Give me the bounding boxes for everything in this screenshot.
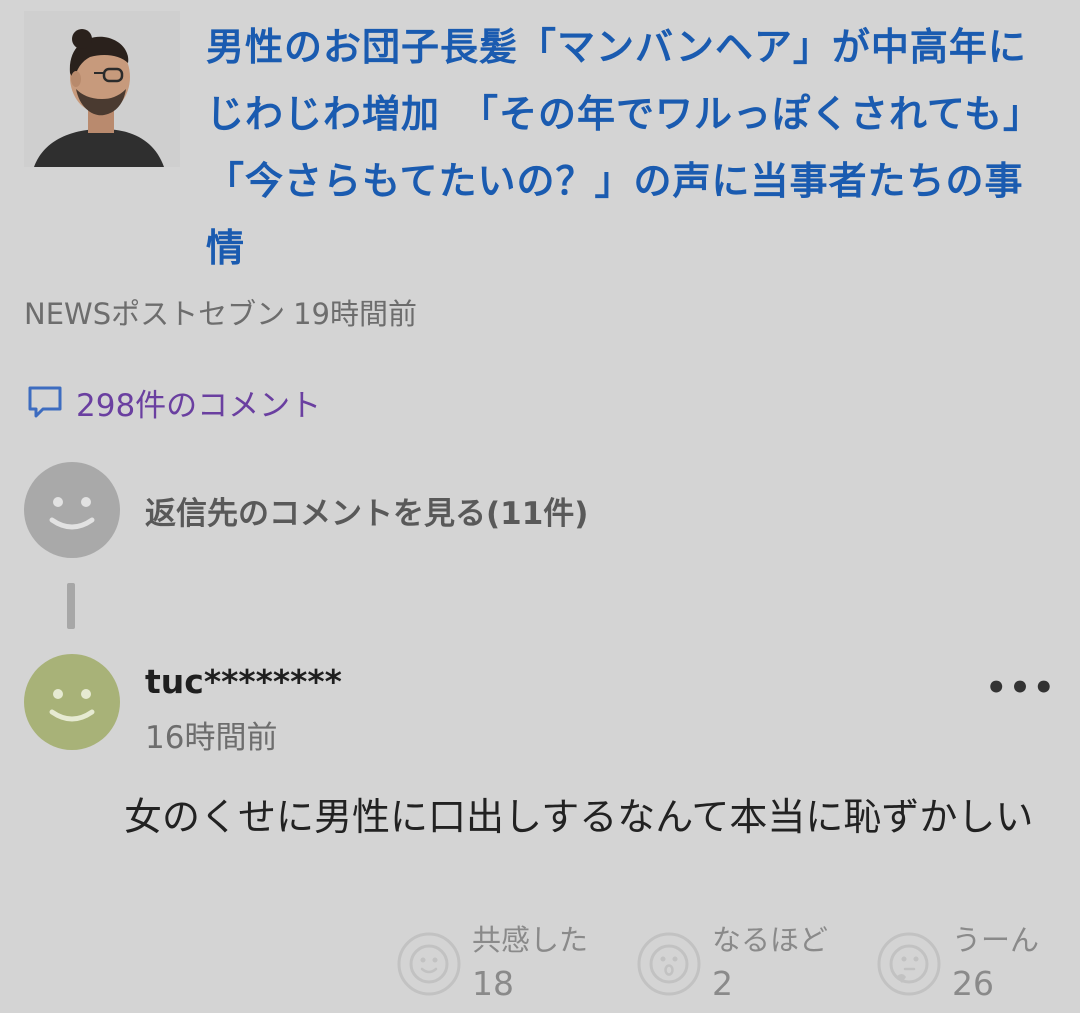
comment-count-link[interactable]: 298件のコメント	[26, 378, 321, 426]
comment-body: 女のくせに男性に口出しするなんて本当に恥ずかしい	[124, 795, 1034, 839]
article-thumbnail[interactable]	[24, 11, 180, 167]
reaction-hmm-button[interactable]: うーん 26	[876, 916, 1039, 1012]
comment-username[interactable]: tuc********	[145, 658, 342, 706]
reaction-agree-button[interactable]: 共感した 18	[396, 916, 588, 1012]
reaction-insightful-button[interactable]: なるほど 2	[636, 916, 828, 1012]
reaction-count: 2	[712, 964, 733, 1003]
smiley-avatar-icon	[49, 689, 95, 722]
smiley-avatar-icon	[49, 497, 95, 530]
view-parent-comment-link[interactable]: 返信先のコメントを見る(11件)	[145, 490, 588, 538]
article-time: 19時間前	[293, 297, 418, 331]
article-title-link[interactable]: 男性のお団子長髪「マンバンヘア」が中高年にじわじわ増加 「その年でワルっぽくされ…	[206, 14, 1056, 282]
reaction-label: なるほど	[712, 923, 829, 957]
more-options-button[interactable]: •••	[985, 664, 1057, 712]
article-source: NEWSポストセブン	[24, 297, 286, 331]
reaction-count: 26	[952, 964, 994, 1003]
man-bun-photo-image	[24, 11, 180, 167]
surprised-face-icon	[637, 932, 701, 996]
comment-time: 16時間前	[145, 720, 278, 756]
parent-avatar	[24, 462, 120, 558]
reaction-label: 共感した	[472, 923, 589, 957]
more-dots-icon: •••	[985, 668, 1057, 708]
speech-bubble-icon	[28, 386, 62, 418]
comment-page: 男性のお団子長髪「マンバンヘア」が中高年にじわじわ増加 「その年でワルっぽくされ…	[0, 0, 1080, 1013]
user-avatar[interactable]	[24, 654, 120, 750]
thinking-face-icon	[877, 932, 941, 996]
article-meta: NEWSポストセブン 19時間前	[24, 292, 417, 336]
reaction-label: うーん	[952, 923, 1040, 957]
comment-count-label: 298件のコメント	[76, 387, 322, 424]
thread-connector	[67, 583, 75, 629]
reaction-count: 18	[472, 964, 514, 1003]
smile-face-icon	[397, 932, 461, 996]
